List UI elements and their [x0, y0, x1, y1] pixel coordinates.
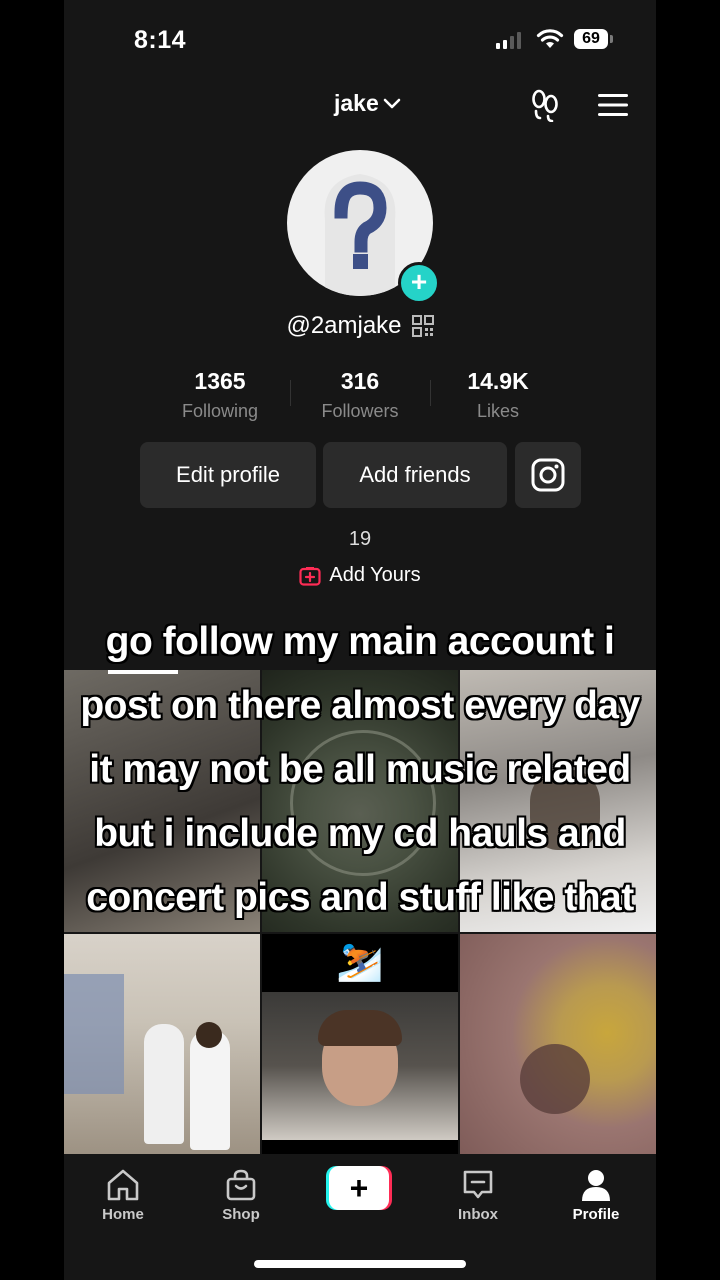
video-thumbnail[interactable]: [460, 934, 656, 1154]
tab-profile[interactable]: Profile: [551, 1166, 641, 1223]
video-thumbnail[interactable]: [64, 934, 260, 1154]
status-bar: 8:14 69: [64, 0, 656, 80]
tab-label: Shop: [222, 1206, 260, 1223]
profile-screen: 8:14 69 jake + @2amjake 1365 Following 3…: [64, 0, 656, 1280]
thumbnail-shape: [520, 1044, 590, 1114]
tab-shop[interactable]: Shop: [196, 1166, 286, 1223]
footprints-icon[interactable]: [530, 88, 560, 122]
tab-label: Home: [102, 1206, 144, 1223]
caption-line: post on there almost every day: [80, 684, 640, 727]
inbox-icon: [463, 1170, 493, 1199]
stat-likes[interactable]: 14.9K Likes: [433, 368, 563, 422]
stat-label: Following: [181, 401, 259, 421]
caption-line: concert pics and stuff like that: [86, 876, 634, 919]
menu-icon[interactable]: [598, 92, 628, 118]
thumbnail-shape: [144, 1024, 184, 1144]
tab-inbox[interactable]: Inbox: [433, 1166, 523, 1223]
create-button[interactable]: +: [326, 1166, 392, 1210]
skier-emoji: ⛷️: [336, 941, 384, 983]
instagram-button[interactable]: [515, 442, 581, 508]
caption-overlay: go follow my main account i post on ther…: [64, 610, 656, 930]
status-time: 8:14: [134, 26, 187, 54]
stat-value: 316: [340, 368, 380, 394]
thumbnail-shape: [318, 1010, 402, 1046]
stat-label: Likes: [476, 401, 520, 421]
add-avatar-button[interactable]: +: [398, 262, 440, 304]
chevron-down-icon: [383, 98, 401, 108]
profile-icon: [582, 1170, 610, 1201]
create-plus-icon: +: [329, 1166, 389, 1210]
thumbnail-shape: [64, 974, 124, 1094]
add-friends-button[interactable]: Add friends: [323, 442, 507, 508]
add-yours-label: Add Yours: [329, 564, 421, 586]
stat-followers[interactable]: 316 Followers: [295, 368, 425, 422]
add-yours-count: 19: [348, 528, 372, 550]
stat-value: 14.9K: [467, 368, 529, 394]
stat-label: Followers: [321, 401, 399, 421]
stat-divider: [290, 380, 291, 406]
edit-profile-button[interactable]: Edit profile: [140, 442, 316, 508]
instagram-icon: [531, 458, 565, 492]
stat-value: 1365: [194, 368, 246, 394]
thumbnail-shape: [196, 1022, 222, 1048]
handle-row: @2amjake: [64, 312, 656, 340]
username-label: jake: [334, 90, 379, 116]
tab-label: Inbox: [458, 1206, 498, 1223]
wifi-icon: [536, 29, 564, 48]
shop-bag-icon: [226, 1169, 256, 1201]
stat-divider: [430, 380, 431, 406]
home-icon: [107, 1169, 139, 1201]
stat-following[interactable]: 1365 Following: [155, 368, 285, 422]
tab-home[interactable]: Home: [78, 1166, 168, 1223]
caption-line: it may not be all music related: [89, 748, 631, 791]
add-yours-link[interactable]: Add Yours: [64, 564, 656, 592]
add-yours-icon: [299, 566, 321, 586]
battery-indicator: 69: [574, 29, 613, 49]
qr-code-icon[interactable]: [411, 315, 434, 337]
account-switcher[interactable]: jake: [334, 90, 401, 117]
home-indicator: [254, 1260, 466, 1268]
profile-header: jake: [64, 84, 656, 124]
thumbnail-shape: [190, 1030, 230, 1150]
cellular-signal-icon: [496, 32, 521, 49]
tab-label: Profile: [572, 1206, 620, 1223]
profile-handle: @2amjake: [286, 312, 402, 339]
caption-line: but i include my cd hauls and: [94, 812, 626, 855]
caption-line: go follow my main account i: [105, 620, 615, 663]
video-thumbnail[interactable]: ⛷️: [262, 934, 458, 1154]
